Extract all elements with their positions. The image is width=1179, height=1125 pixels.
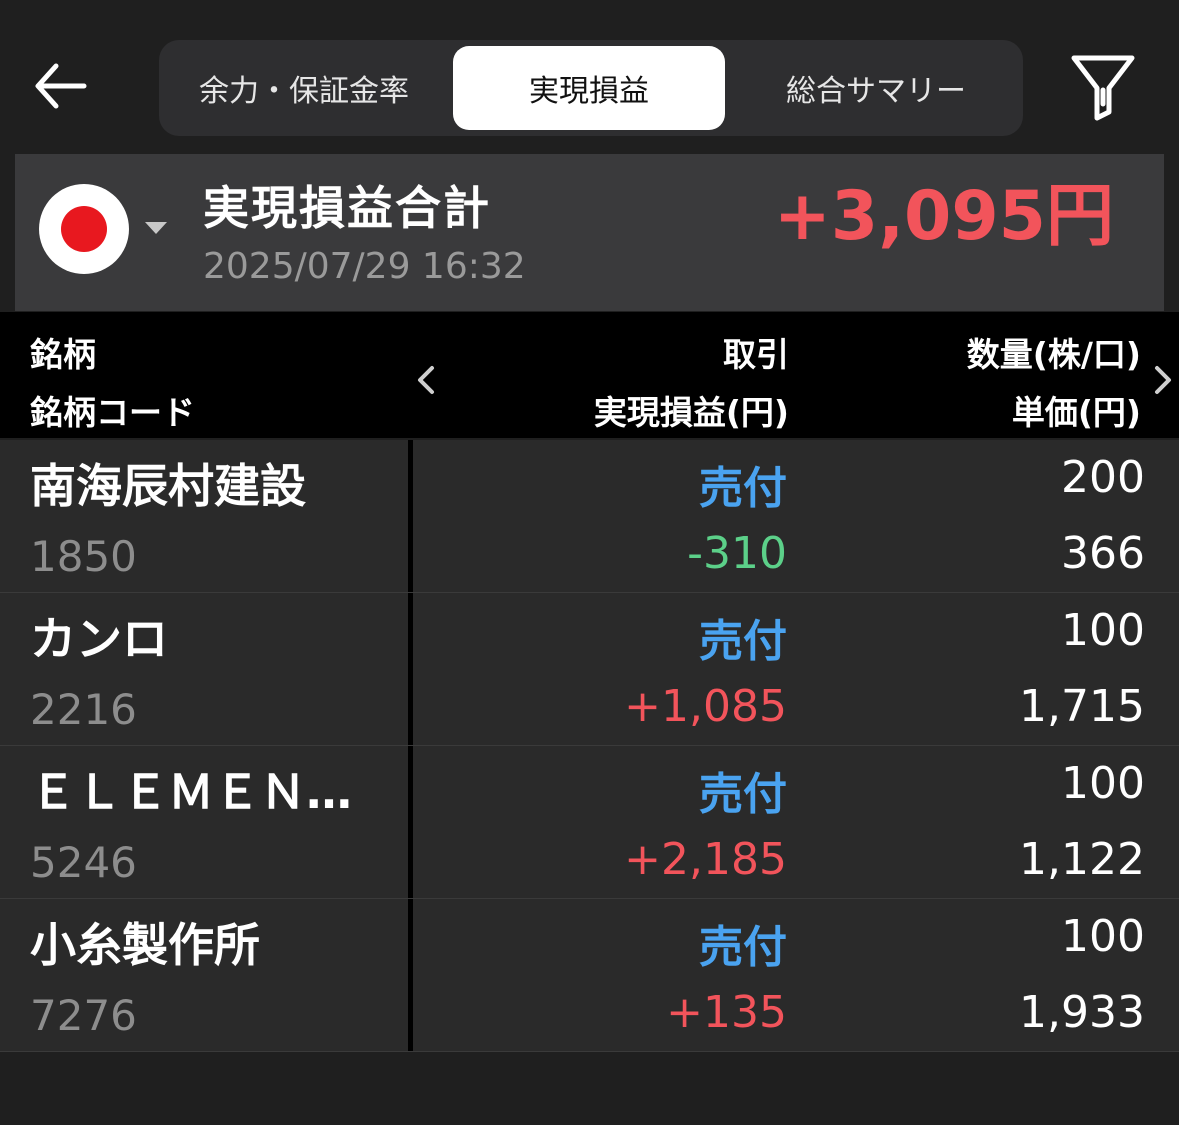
summary-total: +3,095円 [773, 177, 1114, 256]
realized-pl: +135 [666, 987, 787, 1038]
detail-cell: 売付 -310 200 366 [413, 440, 1179, 592]
tab-margin-ratio[interactable]: 余力・保証金率 [159, 46, 449, 130]
trade-side: 売付 [699, 769, 787, 820]
stock-code: 5246 [30, 838, 137, 887]
stock-name: 南海辰村建設 [30, 459, 306, 513]
header-unit-price: 単価(円) [1011, 393, 1141, 432]
summary-datetime: 2025/07/29 16:32 [203, 246, 526, 287]
back-arrow-icon[interactable] [30, 56, 90, 116]
stock-cell: ＥＬＥＭＥＮ… 5246 [0, 746, 408, 898]
chevron-right-icon[interactable] [1153, 364, 1173, 396]
header-realized-pl: 実現損益(円) [593, 393, 789, 432]
japan-flag-icon[interactable] [39, 184, 129, 274]
header-stock-code: 銘柄コード [30, 393, 195, 432]
table-row[interactable]: カンロ 2216 売付 +1,085 100 1,715 [0, 593, 1179, 746]
chevron-left-icon[interactable] [416, 364, 436, 396]
quantity: 100 [1061, 758, 1145, 809]
stock-code: 7276 [30, 991, 137, 1040]
realized-pl: -310 [687, 528, 787, 579]
stock-name: 小糸製作所 [30, 918, 260, 972]
quantity: 100 [1061, 605, 1145, 656]
detail-cell: 売付 +2,185 100 1,122 [413, 746, 1179, 898]
table-header: 銘柄 銘柄コード 取引 実現損益(円) 数量(株/口) 単価(円) [0, 312, 1179, 438]
trade-side: 売付 [699, 922, 787, 973]
stock-code: 2216 [30, 685, 137, 734]
stock-name: カンロ [30, 612, 168, 666]
unit-price: 1,122 [1019, 834, 1145, 885]
detail-cell: 売付 +1,085 100 1,715 [413, 593, 1179, 745]
tab-realized-pl[interactable]: 実現損益 [453, 46, 725, 130]
segmented-tab-bar: 余力・保証金率 実現損益 総合サマリー [159, 40, 1023, 136]
table-row[interactable]: 南海辰村建設 1850 売付 -310 200 366 [0, 440, 1179, 593]
detail-cell: 売付 +135 100 1,933 [413, 899, 1179, 1051]
trade-side: 売付 [699, 463, 787, 514]
quantity: 200 [1061, 452, 1145, 503]
header-quantity: 数量(株/口) [966, 335, 1141, 374]
realized-pl-summary: 実現損益合計 2025/07/29 16:32 +3,095円 [15, 154, 1164, 311]
unit-price: 366 [1061, 528, 1145, 579]
tab-overall-summary[interactable]: 総合サマリー [731, 46, 1021, 130]
header-trade: 取引 [723, 335, 789, 374]
stock-cell: 南海辰村建設 1850 [0, 440, 408, 592]
stock-cell: カンロ 2216 [0, 593, 408, 745]
quantity: 100 [1061, 911, 1145, 962]
filter-icon[interactable] [1068, 52, 1138, 122]
realized-pl: +2,185 [624, 834, 787, 885]
header-stock: 銘柄 [30, 335, 96, 374]
caret-down-icon[interactable] [145, 222, 167, 234]
stock-name: ＥＬＥＭＥＮ… [30, 765, 352, 819]
top-bar: 余力・保証金率 実現損益 総合サマリー [0, 0, 1179, 152]
summary-title: 実現損益合計 [203, 181, 491, 235]
trade-side: 売付 [699, 616, 787, 667]
unit-price: 1,933 [1019, 987, 1145, 1038]
stock-cell: 小糸製作所 7276 [0, 899, 408, 1051]
table-row[interactable]: ＥＬＥＭＥＮ… 5246 売付 +2,185 100 1,122 [0, 746, 1179, 899]
stock-code: 1850 [30, 532, 137, 581]
trade-list: 南海辰村建設 1850 売付 -310 200 366 カンロ 2216 売付 … [0, 440, 1179, 1052]
realized-pl: +1,085 [624, 681, 787, 732]
table-row[interactable]: 小糸製作所 7276 売付 +135 100 1,933 [0, 899, 1179, 1052]
unit-price: 1,715 [1019, 681, 1145, 732]
